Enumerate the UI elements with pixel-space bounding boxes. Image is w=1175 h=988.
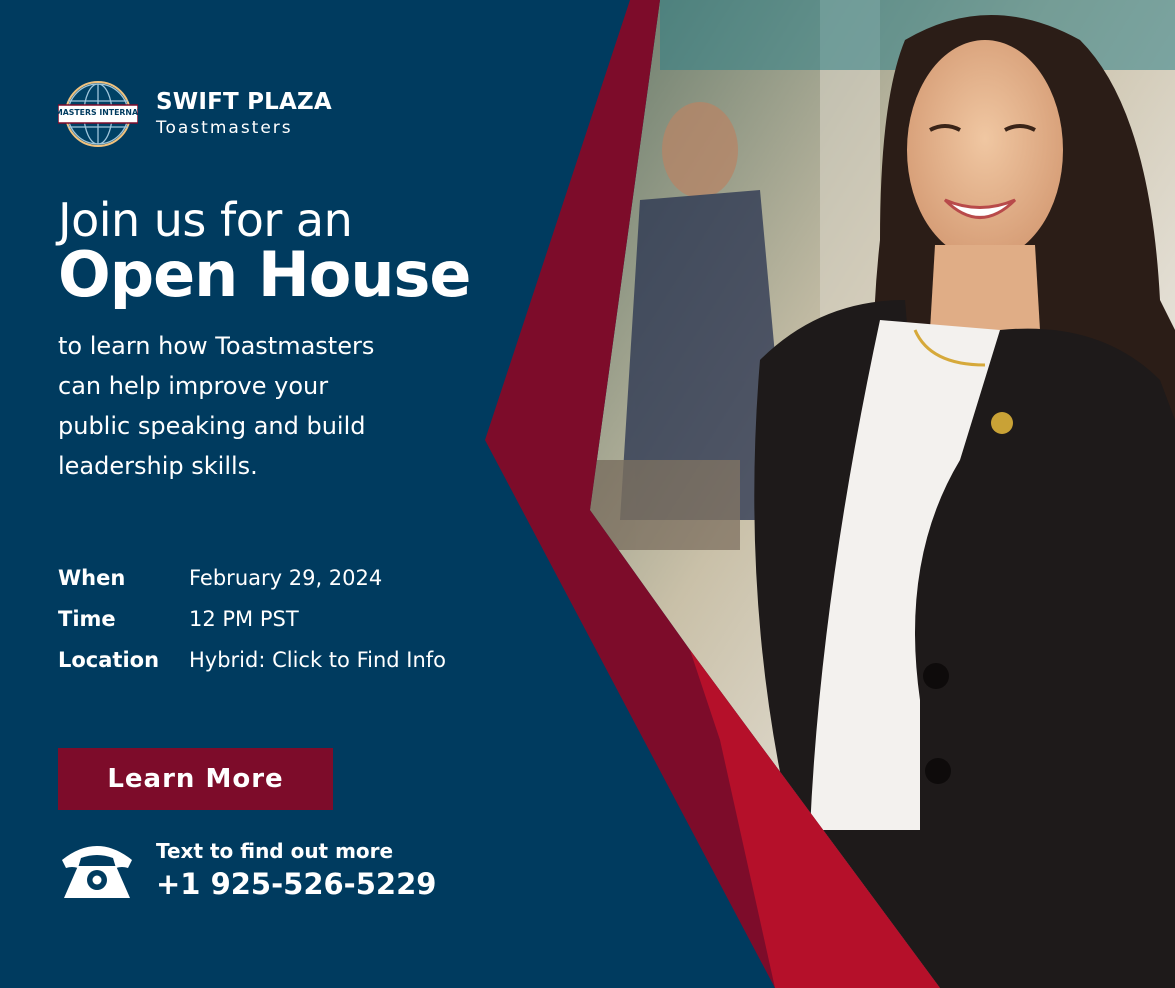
intro-line: can help improve your xyxy=(58,372,329,400)
location-link[interactable]: Hybrid: Click to Find Info xyxy=(189,648,446,672)
event-details: When February 29, 2024 Time 12 PM PST Lo… xyxy=(58,557,446,680)
detail-row-location: Location Hybrid: Click to Find Info xyxy=(58,639,446,680)
intro-line: public speaking and build xyxy=(58,412,366,440)
club-subtitle: Toastmasters xyxy=(156,118,293,138)
contact-block: Text to find out more +1 925-526-5229 xyxy=(58,838,436,904)
photo-scene xyxy=(590,0,1175,988)
headline-main: Open House xyxy=(58,238,471,311)
intro-line: to learn how Toastmasters xyxy=(58,332,375,360)
telephone-icon xyxy=(62,846,132,898)
event-date: February 29, 2024 xyxy=(189,565,383,590)
logo-wordmark: TOASTMASTERS INTERNATIONAL xyxy=(58,108,138,117)
detail-row-when: When February 29, 2024 xyxy=(58,557,446,598)
intro-line: leadership skills. xyxy=(58,452,258,480)
learn-more-button[interactable]: Learn More xyxy=(58,748,333,810)
detail-label: Time xyxy=(58,606,116,631)
intro-paragraph: to learn how Toastmasters can help impro… xyxy=(58,326,468,486)
club-name: SWIFT PLAZA xyxy=(156,89,332,115)
phone-number-link[interactable]: +1 925-526-5229 xyxy=(156,864,436,904)
toastmasters-globe-logo: TOASTMASTERS INTERNATIONAL xyxy=(58,81,138,147)
detail-row-time: Time 12 PM PST xyxy=(58,598,446,639)
contact-caption: Text to find out more xyxy=(156,839,394,863)
event-time: 12 PM PST xyxy=(189,606,299,631)
detail-label: Location xyxy=(58,647,160,672)
open-house-poster: TOASTMASTERS INTERNATIONAL SWIFT PLAZA T… xyxy=(0,0,1175,988)
detail-label: When xyxy=(58,565,126,590)
brand: TOASTMASTERS INTERNATIONAL SWIFT PLAZA T… xyxy=(58,81,332,147)
